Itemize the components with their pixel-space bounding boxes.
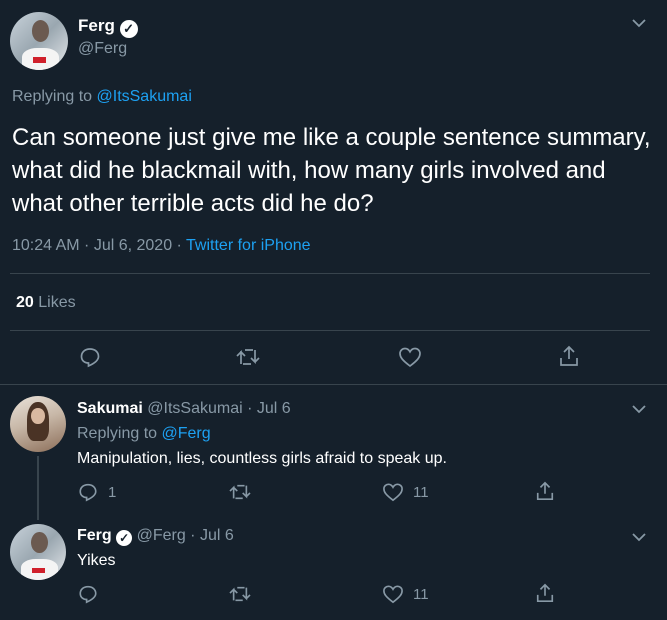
divider xyxy=(10,330,650,331)
tweet-timestamp[interactable]: 10:24 AM · Jul 6, 2020 · xyxy=(12,237,182,254)
chevron-down-icon[interactable] xyxy=(630,402,648,416)
divider xyxy=(0,384,667,385)
reply-author-name[interactable]: Sakumai xyxy=(77,400,143,417)
heart-icon[interactable] xyxy=(382,482,404,502)
reply-icon[interactable] xyxy=(79,346,101,368)
author-handle[interactable]: @Ferg xyxy=(78,40,127,58)
share-icon[interactable] xyxy=(535,480,555,502)
reply-handle-date[interactable]: @Ferg · Jul 6 xyxy=(137,527,234,544)
verified-badge-icon: ✓ xyxy=(116,530,133,546)
like-count: 11 xyxy=(413,484,429,501)
likes-count: 20 xyxy=(16,294,34,311)
author-name[interactable]: Ferg xyxy=(78,16,115,35)
share-icon[interactable] xyxy=(558,344,580,368)
likes-stat[interactable]: 20 Likes xyxy=(16,294,76,312)
retweet-icon[interactable] xyxy=(235,346,261,368)
reply-text: Yikes xyxy=(77,552,116,569)
share-icon[interactable] xyxy=(535,582,555,604)
verified-badge-icon: ✓ xyxy=(119,20,138,38)
divider xyxy=(10,273,650,274)
like-count: 11 xyxy=(413,586,429,603)
chevron-down-icon[interactable] xyxy=(630,16,648,30)
reply-text: Manipulation, lies, countless girls afra… xyxy=(77,450,447,467)
reply-avatar[interactable] xyxy=(10,396,66,452)
author-avatar[interactable] xyxy=(10,12,68,70)
reply-icon[interactable] xyxy=(78,482,98,502)
reply-author-name[interactable]: Ferg xyxy=(77,527,112,544)
replying-to-link[interactable]: @ItsSakumai xyxy=(97,88,192,105)
reply-avatar[interactable] xyxy=(10,524,66,580)
replying-to-label: Replying to xyxy=(12,88,93,105)
heart-icon[interactable] xyxy=(398,346,422,368)
replying-to-link[interactable]: @Ferg xyxy=(162,425,211,442)
heart-icon[interactable] xyxy=(382,584,404,604)
retweet-icon[interactable] xyxy=(228,482,252,502)
reply-icon[interactable] xyxy=(78,584,98,604)
retweet-icon[interactable] xyxy=(228,584,252,604)
replying-to-label: Replying to xyxy=(77,425,158,442)
likes-label: Likes xyxy=(38,294,76,311)
reply-handle-date[interactable]: @ItsSakumai · Jul 6 xyxy=(147,400,290,417)
thread-line xyxy=(37,456,39,520)
tweet-source[interactable]: Twitter for iPhone xyxy=(186,237,311,254)
tweet-text: Can someone just give me like a couple s… xyxy=(12,124,651,217)
reply-count: 1 xyxy=(108,484,117,501)
chevron-down-icon[interactable] xyxy=(630,530,648,544)
